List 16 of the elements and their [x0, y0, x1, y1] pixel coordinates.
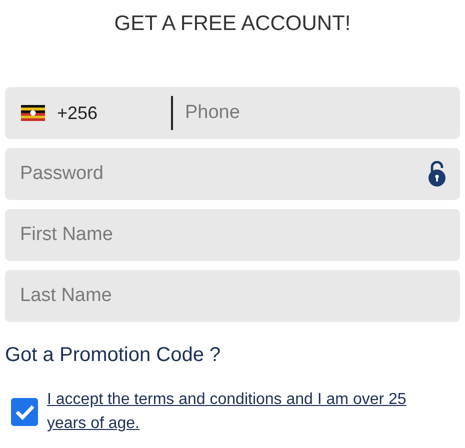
password-input[interactable]: Password [20, 159, 428, 189]
dial-code[interactable]: +256 [57, 102, 171, 124]
text-field[interactable]: Last Name [5, 270, 460, 322]
name-input[interactable]: First Name [20, 220, 445, 250]
checkmark-icon [14, 404, 34, 420]
lock-icon[interactable] [428, 161, 446, 187]
form-title: GET A FREE ACCOUNT! [113, 11, 352, 37]
promo-code-link[interactable]: Got a Promotion Code ? [5, 342, 221, 368]
terms-checkbox[interactable] [11, 398, 38, 426]
phone-input[interactable]: Phone [171, 96, 445, 130]
password-field[interactable]: Password [5, 148, 460, 200]
flag-icon [21, 105, 45, 121]
terms-link[interactable]: I accept the terms and conditions and I am over 25 years of age. [47, 388, 427, 436]
name-input[interactable]: Last Name [20, 281, 445, 311]
phone-field[interactable]: +256 Phone [5, 87, 460, 139]
text-field[interactable]: First Name [5, 209, 460, 261]
